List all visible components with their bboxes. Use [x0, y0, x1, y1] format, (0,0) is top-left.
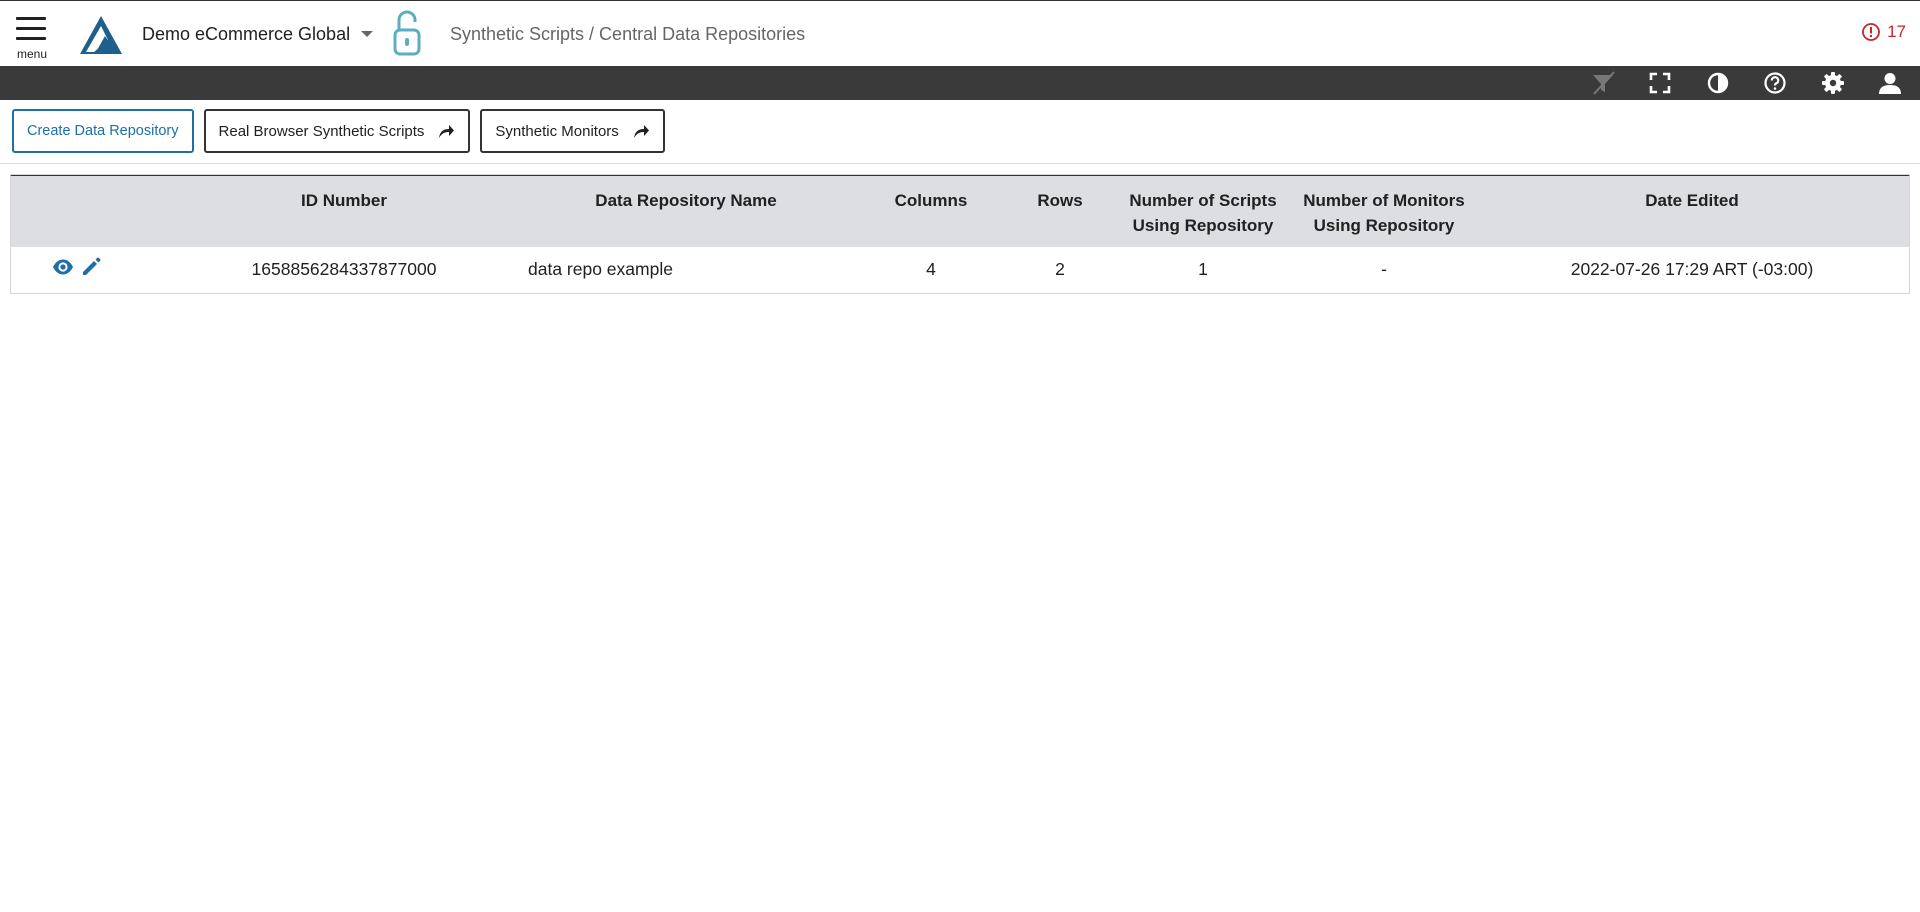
- synthetic-monitors-button[interactable]: Synthetic Monitors: [480, 109, 665, 153]
- header-id-number[interactable]: ID Number: [301, 188, 387, 213]
- header-rows[interactable]: Rows: [1037, 188, 1082, 213]
- alerts-indicator[interactable]: 17: [1861, 22, 1906, 42]
- header-columns[interactable]: Columns: [895, 188, 968, 213]
- cell-columns: 4: [926, 259, 936, 279]
- hamburger-icon-bar: [16, 37, 46, 40]
- cell-rows: 2: [1055, 259, 1065, 279]
- cell-monitors-count: -: [1381, 259, 1387, 279]
- synthetic-monitors-label: Synthetic Monitors: [495, 122, 619, 140]
- unlock-icon[interactable]: [391, 10, 423, 56]
- create-data-repository-button[interactable]: Create Data Repository: [12, 109, 194, 153]
- header-date-edited[interactable]: Date Edited: [1645, 188, 1739, 213]
- help-icon[interactable]: [1762, 70, 1788, 96]
- cell-id-number: 1658856284337877000: [251, 259, 437, 279]
- table-header: ID Number Data Repository Name Columns R…: [11, 175, 1909, 247]
- hamburger-icon-bar: [16, 17, 46, 20]
- global-toolbar: [0, 66, 1920, 100]
- alert-count: 17: [1887, 22, 1906, 41]
- table-row: 1658856284337877000 data repo example 4 …: [11, 247, 1909, 293]
- tenant-name[interactable]: Demo eCommerce Global: [142, 24, 350, 45]
- pencil-icon[interactable]: [80, 256, 102, 278]
- cell-scripts-count: 1: [1198, 259, 1208, 279]
- header-number-of-scripts[interactable]: Number of Scripts Using Repository: [1129, 188, 1276, 238]
- gear-icon[interactable]: [1820, 70, 1846, 96]
- header-number-of-monitors[interactable]: Number of Monitors Using Repository: [1303, 188, 1465, 238]
- divider: [0, 163, 1920, 164]
- user-icon[interactable]: [1877, 70, 1903, 96]
- action-bar: Create Data Repository Real Browser Synt…: [12, 109, 665, 153]
- hamburger-icon-bar: [16, 27, 46, 30]
- contrast-icon[interactable]: [1705, 70, 1731, 96]
- data-repositories-table: ID Number Data Repository Name Columns R…: [10, 174, 1910, 294]
- breadcrumb: Synthetic Scripts / Central Data Reposit…: [450, 24, 806, 44]
- real-browser-scripts-label: Real Browser Synthetic Scripts: [218, 122, 425, 140]
- fullscreen-icon[interactable]: [1647, 70, 1673, 96]
- menu-label: menu: [17, 47, 48, 61]
- real-browser-scripts-button[interactable]: Real Browser Synthetic Scripts: [203, 109, 471, 153]
- menu-button[interactable]: menu: [14, 15, 50, 63]
- chevron-down-icon[interactable]: [361, 31, 373, 37]
- logo-icon[interactable]: [78, 14, 124, 56]
- share-arrow-icon: [633, 125, 649, 138]
- table-body: 1658856284337877000 data repo example 4 …: [11, 247, 1909, 293]
- header-data-repository-name[interactable]: Data Repository Name: [595, 188, 776, 213]
- filter-icon[interactable]: [1590, 70, 1616, 96]
- exclamation-circle-icon: [1862, 23, 1880, 41]
- share-arrow-icon: [439, 125, 455, 138]
- eye-icon[interactable]: [52, 256, 74, 278]
- cell-date-edited: 2022-07-26 17:29 ART (-03:00): [1570, 259, 1814, 279]
- cell-repository-name: data repo example: [528, 259, 673, 279]
- top-header: menu Demo eCommerce Global Synthetic Scr…: [0, 0, 1920, 66]
